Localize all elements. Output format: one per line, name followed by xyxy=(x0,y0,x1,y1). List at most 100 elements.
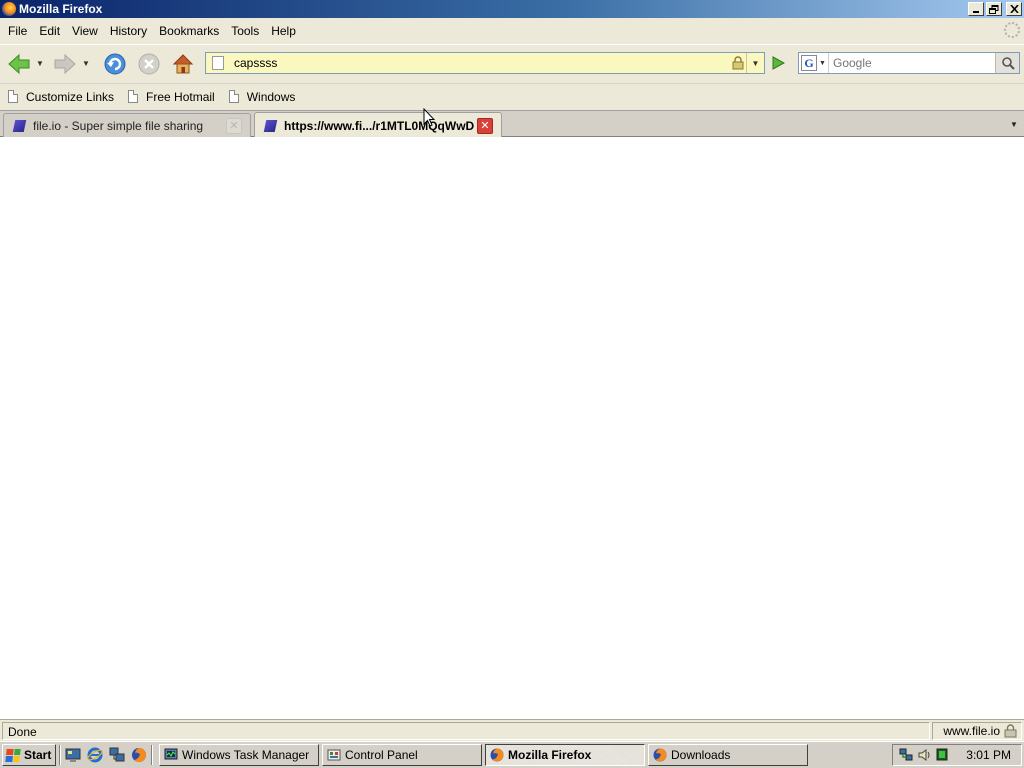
home-button[interactable] xyxy=(168,49,198,79)
ssl-lock-icon[interactable] xyxy=(730,55,746,71)
task-mozilla-firefox[interactable]: Mozilla Firefox xyxy=(485,744,645,766)
close-button[interactable] xyxy=(1006,2,1022,16)
tab-file-io-download[interactable]: https://www.fi.../r1MTL0MQqWwD ✕ xyxy=(254,112,502,138)
status-security-domain[interactable]: www.file.io xyxy=(932,721,1022,740)
monitor-tray-icon[interactable] xyxy=(935,748,949,762)
back-button[interactable] xyxy=(4,49,34,79)
network-tray-icon[interactable] xyxy=(899,748,913,762)
taskbar-separator xyxy=(151,745,153,765)
home-icon xyxy=(172,53,194,73)
page-icon xyxy=(128,90,139,103)
back-history-dropdown[interactable]: ▼ xyxy=(34,49,46,79)
go-button[interactable] xyxy=(768,54,788,72)
status-bar: Done www.file.io xyxy=(0,719,1024,741)
go-arrow-icon xyxy=(772,56,785,70)
start-label: Start xyxy=(24,748,52,762)
back-arrow-icon xyxy=(8,53,30,74)
tab-strip: file.io - Super simple file sharing ✕ ht… xyxy=(0,110,1024,138)
network-connections-icon[interactable] xyxy=(108,746,126,764)
search-engine-selector[interactable]: G ▼ xyxy=(799,53,829,73)
search-bar: G ▼ xyxy=(798,52,1020,74)
bookmark-label: Customize Links xyxy=(26,89,115,104)
stop-icon xyxy=(138,53,160,74)
forward-button[interactable] xyxy=(50,49,80,79)
tab-file-io[interactable]: file.io - Super simple file sharing ✕ xyxy=(3,113,251,137)
restore-icon xyxy=(989,4,999,14)
tab-close-button[interactable]: ✕ xyxy=(477,117,493,134)
url-bar[interactable]: capssss ▼ xyxy=(205,52,765,74)
page-icon xyxy=(8,90,18,103)
task-windows-task-manager[interactable]: Windows Task Manager xyxy=(159,744,319,766)
search-button[interactable] xyxy=(995,53,1019,73)
mouse-cursor-icon xyxy=(423,108,435,127)
network-glyph xyxy=(109,747,125,762)
lock-icon xyxy=(1004,723,1017,737)
window-title: Mozilla Firefox xyxy=(19,2,103,16)
firefox-logo-icon xyxy=(2,2,16,16)
internet-explorer-icon[interactable] xyxy=(86,746,104,764)
windows-logo-icon xyxy=(5,748,21,762)
firefox-icon xyxy=(653,748,667,762)
menu-file[interactable]: File xyxy=(2,21,33,41)
start-button[interactable]: Start xyxy=(2,744,56,766)
taskbar-separator xyxy=(59,745,61,765)
magnifier-icon xyxy=(1001,57,1015,70)
search-input[interactable] xyxy=(829,53,995,73)
bookmark-label: Free Hotmail xyxy=(146,89,215,104)
forward-arrow-icon xyxy=(54,53,76,74)
menu-help[interactable]: Help xyxy=(265,21,302,41)
stop-button[interactable] xyxy=(134,49,164,79)
firefox-glyph xyxy=(132,748,147,763)
taskbar-clock[interactable]: 3:01 PM xyxy=(966,748,1011,762)
page-content[interactable] xyxy=(0,137,1024,719)
menu-view[interactable]: View xyxy=(66,21,104,41)
task-label: Windows Task Manager xyxy=(182,748,310,762)
file-io-favicon-icon xyxy=(12,119,27,132)
chevron-down-icon: ▼ xyxy=(819,59,826,67)
tab-title: https://www.fi.../r1MTL0MQqWwD xyxy=(284,118,475,133)
page-icon xyxy=(228,90,239,103)
windows-taskbar: Start Windows Task Manager Control Panel… xyxy=(0,741,1024,768)
task-label: Mozilla Firefox xyxy=(508,748,592,762)
quick-launch xyxy=(64,746,148,764)
task-control-panel[interactable]: Control Panel xyxy=(322,744,482,766)
url-input[interactable]: capssss xyxy=(230,56,730,70)
url-history-dropdown[interactable]: ▼ xyxy=(746,53,764,73)
show-desktop-icon[interactable] xyxy=(64,746,82,764)
task-label: Downloads xyxy=(671,748,731,762)
google-engine-icon: G xyxy=(801,55,818,71)
forward-history-dropdown[interactable]: ▼ xyxy=(80,49,92,79)
menu-tools[interactable]: Tools xyxy=(225,21,265,41)
volume-icon[interactable] xyxy=(917,748,931,762)
tab-close-button[interactable]: ✕ xyxy=(226,117,242,134)
bookmark-windows[interactable]: Windows xyxy=(228,89,296,104)
menu-bar: File Edit View History Bookmarks Tools H… xyxy=(0,18,1024,44)
reload-button[interactable] xyxy=(100,49,130,79)
bookmarks-toolbar: Customize Links Free Hotmail Windows xyxy=(0,83,1024,109)
status-text: Done xyxy=(2,721,930,740)
task-label: Control Panel xyxy=(345,748,418,762)
close-icon xyxy=(1009,5,1019,13)
all-tabs-dropdown[interactable]: ▼ xyxy=(1006,114,1022,134)
minimize-icon xyxy=(973,11,979,13)
activity-throbber-icon xyxy=(1004,22,1020,38)
firefox-icon xyxy=(490,748,504,762)
system-tray: 3:01 PM xyxy=(892,744,1022,766)
firefox-quicklaunch-icon[interactable] xyxy=(130,746,148,764)
menu-bookmarks[interactable]: Bookmarks xyxy=(153,21,225,41)
task-downloads[interactable]: Downloads xyxy=(648,744,808,766)
restore-button[interactable] xyxy=(986,2,1002,16)
control-panel-icon xyxy=(327,749,341,761)
ie-glyph xyxy=(87,747,103,763)
window-titlebar[interactable]: Mozilla Firefox xyxy=(0,0,1024,18)
bookmark-label: Windows xyxy=(246,89,296,104)
menu-edit[interactable]: Edit xyxy=(33,21,66,41)
menu-history[interactable]: History xyxy=(104,21,153,41)
bookmark-customize-links[interactable]: Customize Links xyxy=(8,90,114,104)
bookmark-free-hotmail[interactable]: Free Hotmail xyxy=(128,90,215,104)
minimize-button[interactable] xyxy=(968,2,984,16)
window-controls xyxy=(968,2,1022,16)
page-favicon-icon xyxy=(212,56,224,70)
status-domain-label: www.file.io xyxy=(943,723,1000,738)
desktop-glyph xyxy=(65,748,81,762)
